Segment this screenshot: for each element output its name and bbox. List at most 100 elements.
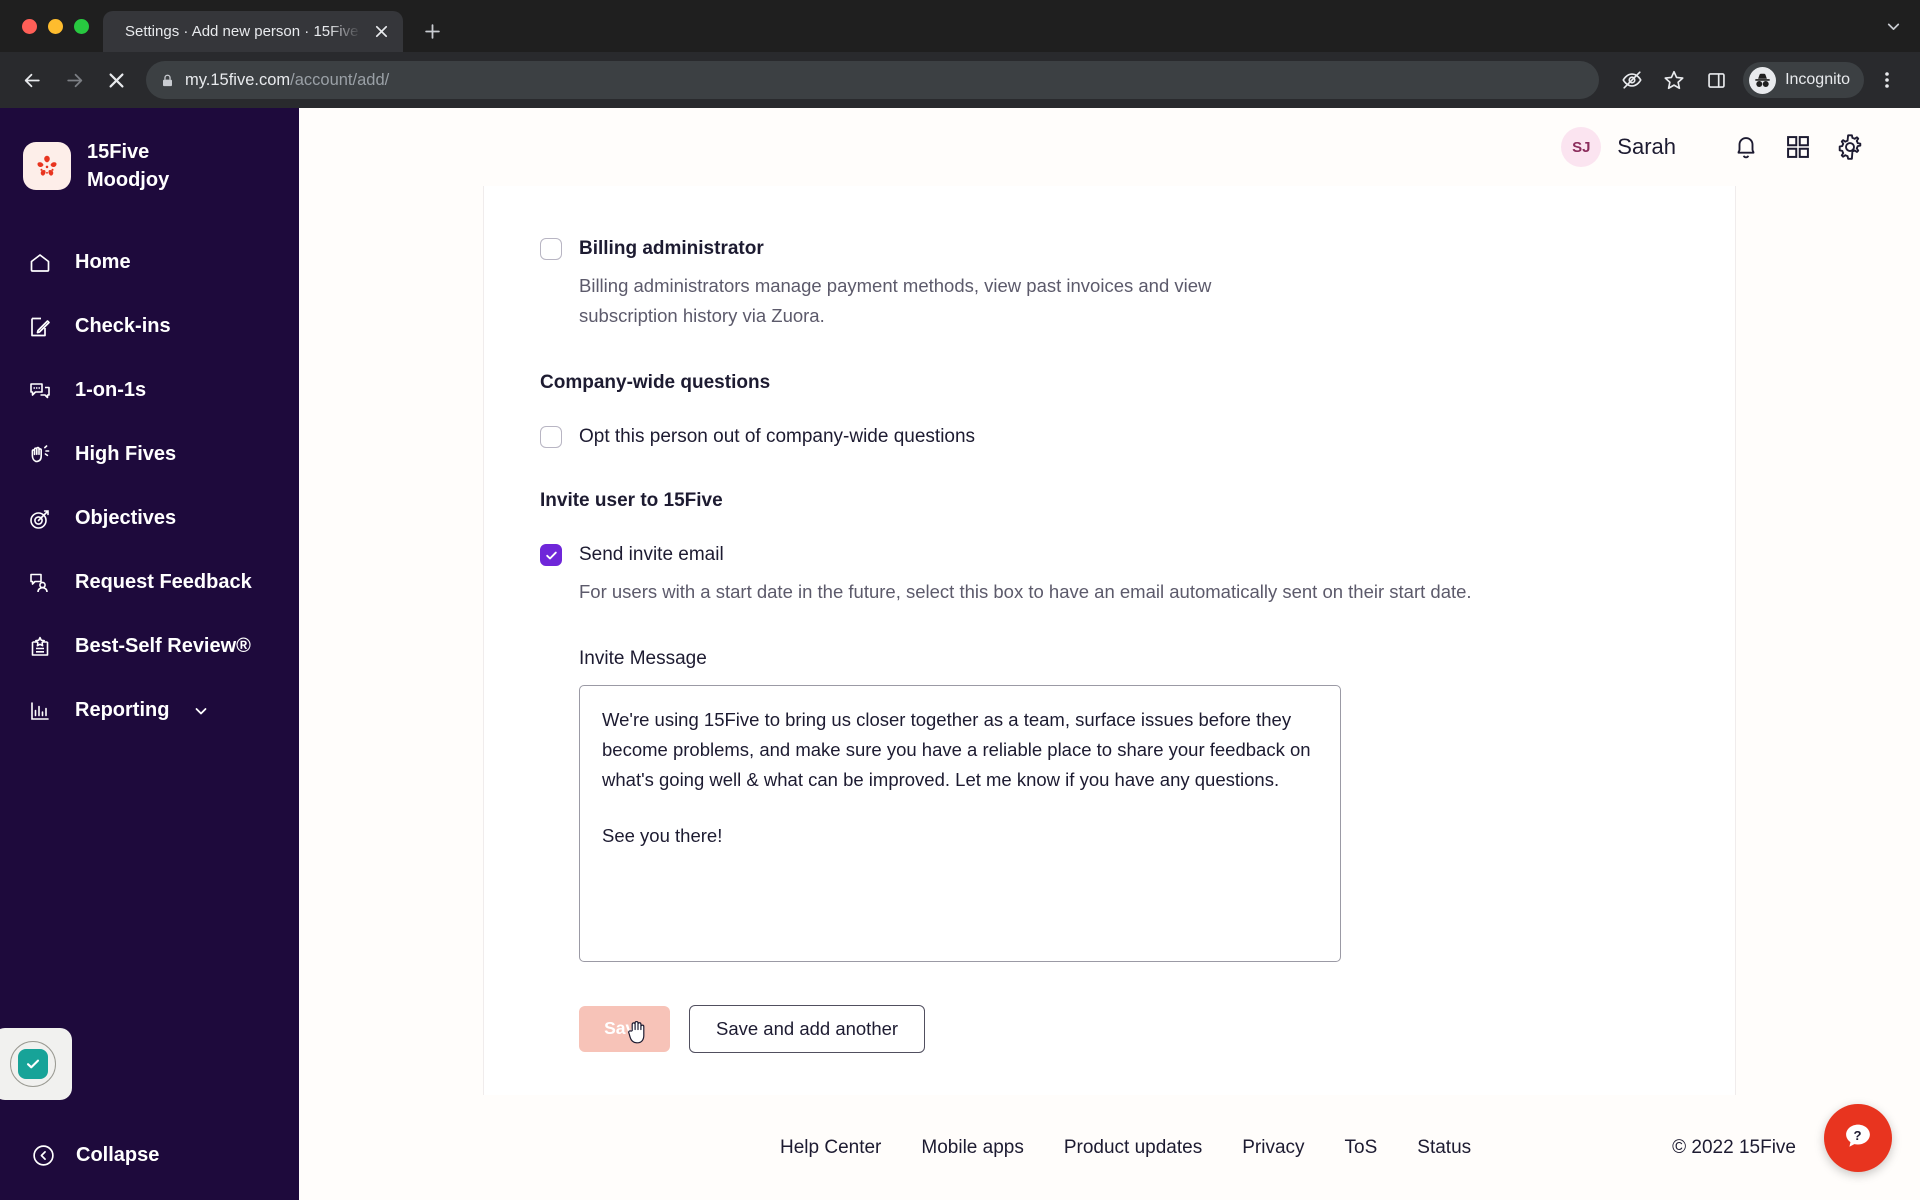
opt-out-label: Opt this person out of company-wide ques… — [579, 425, 976, 447]
save-and-add-another-button[interactable]: Save and add another — [689, 1004, 926, 1053]
status-widget-button[interactable] — [0, 1028, 72, 1100]
page-content: Billing administrator Billing administra… — [299, 186, 1920, 1200]
url-host: my.15five.com — [185, 70, 291, 89]
tab-search-chevron-down-icon[interactable] — [1885, 18, 1902, 40]
high-five-hand-icon — [27, 442, 53, 468]
feedback-person-icon — [27, 570, 53, 596]
side-panel-icon[interactable] — [1697, 61, 1735, 99]
checkmark-badge-icon — [9, 1041, 56, 1087]
user-name: Sarah — [1617, 134, 1676, 159]
fifteen-five-logo-icon — [23, 142, 71, 191]
browser-tab[interactable]: Settings · Add new person · 15Five — [103, 11, 403, 52]
invite-message-textarea[interactable]: We're using 15Five to bring us closer to… — [579, 684, 1341, 962]
user-menu-button[interactable]: SJ Sarah — [1561, 127, 1676, 167]
main-area: SJ Sarah Billing administrator Billing a… — [299, 108, 1920, 1200]
sidebar-item-best-self-review[interactable]: Best-Self Review® — [0, 615, 299, 679]
address-bar[interactable]: my.15five.com/account/add/ — [146, 61, 1600, 99]
copyright-text: © 2022 15Five — [1672, 1136, 1796, 1158]
url-text: my.15five.com/account/add/ — [185, 71, 389, 90]
sidebar-item-label: Check-ins — [75, 315, 171, 338]
incognito-label: Incognito — [1785, 71, 1850, 88]
minimize-window-button[interactable] — [48, 18, 63, 34]
browser-tab-strip: Settings · Add new person · 15Five — [0, 0, 1920, 52]
sidebar-item-check-ins[interactable]: Check-ins — [0, 295, 299, 359]
incognito-profile-button[interactable]: Incognito — [1743, 62, 1864, 98]
billing-administrator-helper: Billing administrators manage payment me… — [579, 274, 1212, 326]
sidebar-item-request-feedback[interactable]: Request Feedback — [0, 551, 299, 615]
footer-link-product-updates[interactable]: Product updates — [1064, 1137, 1202, 1159]
browser-window: Settings · Add new person · 15Five my.15… — [0, 0, 1920, 1200]
invite-message-paragraph-1: We're using 15Five to bring us closer to… — [602, 708, 1311, 790]
tab-close-icon[interactable] — [369, 20, 393, 44]
stop-loading-icon[interactable] — [98, 62, 134, 98]
opt-out-row[interactable]: Opt this person out of company-wide ques… — [540, 424, 1679, 450]
opt-out-checkbox[interactable] — [540, 425, 562, 448]
footer-link-privacy[interactable]: Privacy — [1242, 1137, 1304, 1159]
footer-link-mobile-apps[interactable]: Mobile apps — [921, 1137, 1023, 1159]
company-wide-questions-heading: Company-wide questions — [540, 371, 771, 393]
chevron-down-icon[interactable] — [193, 703, 209, 719]
help-button[interactable]: ? — [1824, 1104, 1892, 1172]
new-tab-button[interactable] — [415, 14, 449, 48]
sidebar-item-label: Home — [75, 251, 131, 274]
save-button[interactable]: Save — [579, 1005, 670, 1052]
footer-link-tos[interactable]: ToS — [1345, 1137, 1378, 1159]
close-window-button[interactable] — [22, 18, 37, 34]
brand-name: 15Five Moodjoy — [87, 138, 169, 195]
url-path: /account/add/ — [290, 70, 390, 89]
sidebar-item-high-fives[interactable]: High Fives — [0, 423, 299, 487]
browser-toolbar: my.15five.com/account/add/ Incognito — [0, 52, 1920, 108]
billing-administrator-label: Billing administrator — [579, 238, 764, 259]
bar-chart-icon — [27, 698, 53, 724]
maximize-window-button[interactable] — [74, 18, 89, 34]
collapse-label: Collapse — [76, 1143, 160, 1166]
invite-message-paragraph-2: See you there! — [602, 824, 723, 846]
checkin-pencil-icon — [27, 314, 53, 340]
page-footer: Help Center Mobile apps Product updates … — [299, 1095, 1920, 1200]
send-invite-email-row[interactable]: Send invite email — [540, 542, 1679, 568]
target-arrow-icon — [27, 506, 53, 532]
add-person-form-card: Billing administrator Billing administra… — [483, 186, 1736, 1095]
sidebar-item-label: Reporting — [75, 699, 170, 722]
window-traffic-lights — [14, 0, 103, 52]
invite-message-label: Invite Message — [579, 647, 707, 669]
send-invite-email-helper: For users with a start date in the futur… — [579, 580, 1472, 602]
avatar: SJ — [1561, 127, 1602, 167]
footer-link-status[interactable]: Status — [1417, 1137, 1471, 1159]
question-chat-icon: ? — [1842, 1120, 1874, 1157]
lock-icon — [160, 73, 175, 88]
send-invite-email-checkbox[interactable] — [540, 544, 562, 567]
star-bookmark-icon[interactable] — [1655, 61, 1693, 99]
footer-link-help-center[interactable]: Help Center — [780, 1137, 881, 1159]
sidebar-item-1-on-1s[interactable]: 1-on-1s — [0, 359, 299, 423]
forward-arrow-icon[interactable] — [56, 62, 92, 98]
bell-icon[interactable] — [1720, 121, 1772, 173]
brand-block[interactable]: 15Five Moodjoy — [0, 108, 299, 195]
sidebar-item-label: 1-on-1s — [75, 379, 147, 402]
app-sidebar: 15Five Moodjoy Home Check-ins 1-on-1s Hi… — [0, 108, 299, 1200]
incognito-avatar-icon — [1749, 66, 1777, 94]
billing-administrator-row[interactable]: Billing administrator — [540, 236, 1679, 262]
billing-administrator-checkbox[interactable] — [540, 238, 562, 260]
send-invite-email-label: Send invite email — [579, 544, 724, 566]
sidebar-item-reporting[interactable]: Reporting — [0, 679, 299, 743]
sidebar-item-home[interactable]: Home — [0, 231, 299, 295]
form-action-buttons: Save Save and add another — [579, 1004, 1679, 1053]
app-topbar: SJ Sarah — [299, 108, 1920, 186]
collapse-chevron-left-icon — [30, 1142, 56, 1168]
collapse-sidebar-button[interactable]: Collapse — [0, 1142, 299, 1200]
sidebar-item-label: Request Feedback — [75, 571, 252, 594]
sidebar-nav: Home Check-ins 1-on-1s High Fives Object… — [0, 231, 299, 743]
gear-icon[interactable] — [1824, 121, 1876, 173]
three-dot-menu-icon[interactable] — [1868, 61, 1906, 99]
page-viewport: 15Five Moodjoy Home Check-ins 1-on-1s Hi… — [0, 108, 1920, 1200]
sidebar-item-label: High Fives — [75, 443, 177, 466]
grid-apps-icon[interactable] — [1772, 121, 1824, 173]
back-arrow-icon[interactable] — [14, 62, 50, 98]
svg-text:?: ? — [1854, 1127, 1862, 1142]
invite-user-heading: Invite user to 15Five — [540, 490, 723, 512]
sidebar-item-label: Best-Self Review® — [75, 635, 251, 658]
sidebar-item-objectives[interactable]: Objectives — [0, 487, 299, 551]
sidebar-item-label: Objectives — [75, 507, 177, 530]
eye-slash-icon[interactable] — [1613, 61, 1651, 99]
